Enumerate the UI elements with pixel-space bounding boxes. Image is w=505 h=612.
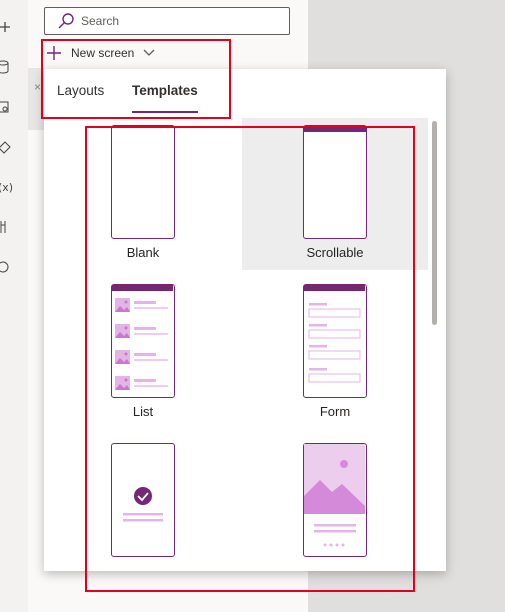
variables-icon[interactable]: (x) (0, 179, 12, 195)
tag-icon[interactable] (0, 139, 12, 155)
search-input[interactable]: Search (44, 7, 290, 35)
popup-scrollbar[interactable] (432, 121, 437, 325)
search-icon (58, 13, 74, 29)
circle-icon[interactable] (0, 259, 12, 275)
annotation-box-new-screen (41, 39, 231, 119)
close-icon[interactable]: × (34, 80, 41, 94)
annotation-box-templates (85, 126, 415, 592)
svg-text:(x): (x) (0, 181, 12, 194)
tools-icon[interactable] (0, 219, 12, 235)
left-rail (0, 0, 28, 612)
plus-icon[interactable] (0, 19, 12, 35)
database-icon[interactable] (0, 59, 12, 75)
media-icon[interactable] (0, 99, 12, 115)
search-placeholder: Search (81, 14, 120, 28)
